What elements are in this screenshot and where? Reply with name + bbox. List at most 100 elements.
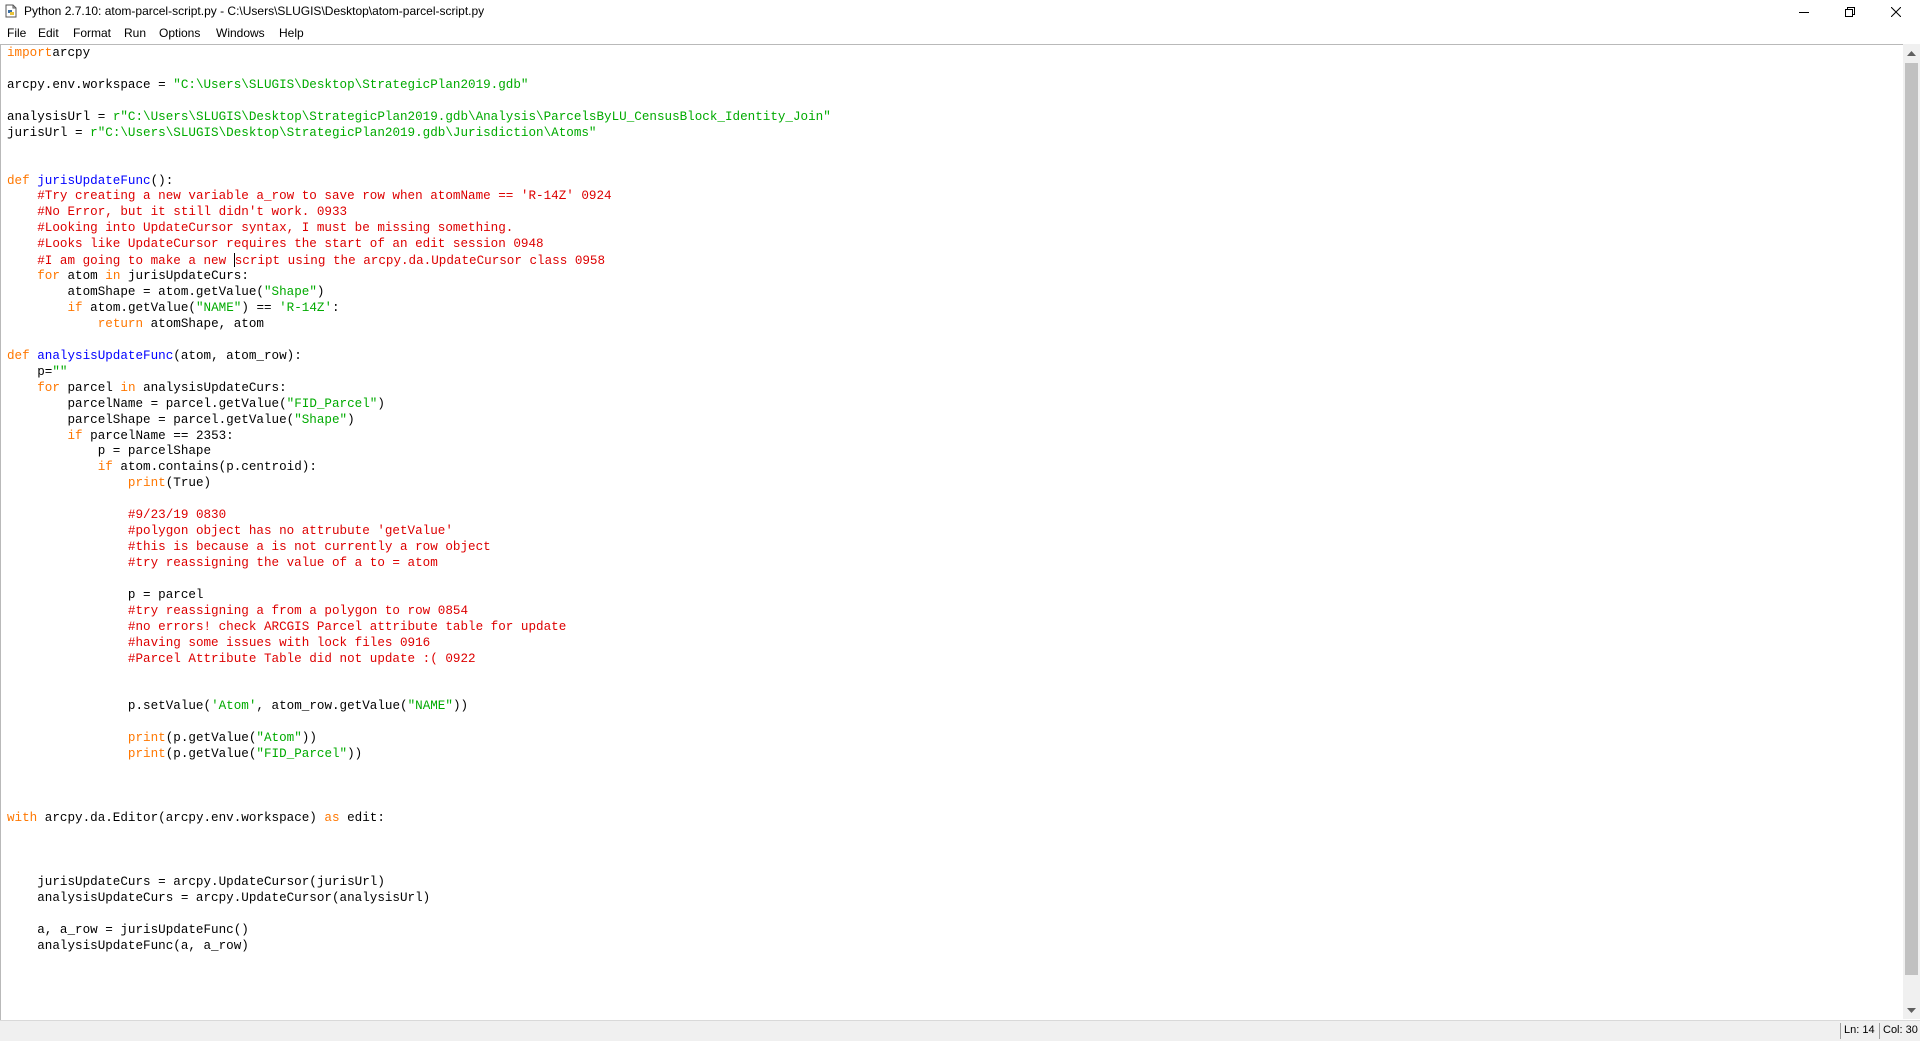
minimize-button[interactable] xyxy=(1781,0,1827,23)
code-line[interactable]: #Parcel Attribute Table did not update :… xyxy=(7,652,831,668)
code-line[interactable]: if parcelName == 2353: xyxy=(7,429,831,445)
code-line[interactable]: analysisUpdateCurs = arcpy.UpdateCursor(… xyxy=(7,891,831,907)
code-token: atom xyxy=(59,269,106,284)
code-line[interactable]: #try reassigning the value of a to = ato… xyxy=(7,556,831,572)
code-line[interactable] xyxy=(7,795,831,811)
code-token: p = parcelShape xyxy=(7,444,212,459)
code-line[interactable] xyxy=(7,142,831,158)
code-editor[interactable]: importarcpy arcpy.env.workspace = "C:\Use… xyxy=(0,44,1903,1020)
string-token: "Shape" xyxy=(263,285,317,300)
code-line[interactable]: a, a_row = jurisUpdateFunc() xyxy=(7,923,831,939)
comment-token: #I am going to make a new xyxy=(37,254,234,269)
code-token: (p.getValue( xyxy=(165,747,257,762)
status-bar: Ln: 14 Col: 30 xyxy=(0,1020,1920,1041)
close-button[interactable] xyxy=(1873,0,1919,23)
menu-format[interactable]: Format xyxy=(73,26,111,40)
code-line[interactable]: #Try creating a new variable a_row to sa… xyxy=(7,189,831,205)
code-token: ) == xyxy=(241,301,280,315)
vertical-scrollbar[interactable] xyxy=(1903,44,1920,1019)
comment-token: #Try creating a new variable a_row to sa… xyxy=(37,189,612,204)
scroll-down-button[interactable] xyxy=(1903,1002,1920,1019)
menu-options[interactable]: Options xyxy=(159,26,200,40)
menu-edit[interactable]: Edit xyxy=(38,26,59,40)
code-line[interactable] xyxy=(7,827,831,843)
keyword-token: import xyxy=(7,46,53,60)
code-line[interactable]: if atom.getValue("NAME") == 'R-14Z': xyxy=(7,301,831,317)
code-line[interactable]: #Looking into UpdateCursor syntax, I mus… xyxy=(7,221,831,237)
code-line[interactable]: return atomShape, atom xyxy=(7,317,831,333)
code-line[interactable]: #polygon object has no attrubute 'getVal… xyxy=(7,524,831,540)
code-line[interactable]: parcelShape = parcel.getValue("Shape") xyxy=(7,413,831,429)
code-token: p.setValue( xyxy=(7,699,212,714)
code-line[interactable]: #No Error, but it still didn't work. 093… xyxy=(7,205,831,221)
code-token: : xyxy=(332,301,340,315)
code-line[interactable]: def jurisUpdateFunc(): xyxy=(7,174,831,190)
code-token: jurisUpdateCurs: xyxy=(120,269,249,284)
code-line[interactable]: for atom in jurisUpdateCurs: xyxy=(7,269,831,285)
code-token: parcel xyxy=(59,380,121,395)
string-token: "FID_Parcel" xyxy=(256,747,348,762)
code-line[interactable]: jurisUpdateCurs = arcpy.UpdateCursor(jur… xyxy=(7,875,831,891)
code-line[interactable] xyxy=(7,763,831,779)
code-line[interactable]: importarcpy xyxy=(7,46,831,62)
code-line[interactable]: #try reassigning a from a polygon to row… xyxy=(7,604,831,620)
restore-button[interactable] xyxy=(1827,0,1873,23)
code-line[interactable]: def analysisUpdateFunc(atom, atom_row): xyxy=(7,349,831,365)
code-line[interactable]: analysisUrl = r"C:\Users\SLUGIS\Desktop\… xyxy=(7,110,831,126)
code-token: jurisUrl = xyxy=(7,125,91,140)
comment-token: script using the arcpy.da.UpdateCursor c… xyxy=(234,254,606,269)
code-line[interactable] xyxy=(7,94,831,110)
code-line[interactable]: analysisUpdateFunc(a, a_row) xyxy=(7,939,831,955)
code-line[interactable]: #I am going to make a new script using t… xyxy=(7,253,831,269)
code-line[interactable]: #Looks like UpdateCursor requires the st… xyxy=(7,237,831,253)
menu-run[interactable]: Run xyxy=(124,26,146,40)
code-line[interactable]: p = parcel xyxy=(7,588,831,604)
code-line[interactable]: if atom.contains(p.centroid): xyxy=(7,460,831,476)
string-token: "" xyxy=(52,364,68,379)
code-line[interactable] xyxy=(7,62,831,78)
code-line[interactable]: parcelName = parcel.getValue("FID_Parcel… xyxy=(7,397,831,413)
code-line[interactable]: with arcpy.da.Editor(arcpy.env.workspace… xyxy=(7,811,831,827)
keyword-token: if xyxy=(67,428,83,443)
code-line[interactable] xyxy=(7,779,831,795)
code-line[interactable]: print(p.getValue("Atom")) xyxy=(7,731,831,747)
code-line[interactable] xyxy=(7,684,831,700)
code-line[interactable]: atomShape = atom.getValue("Shape") xyxy=(7,285,831,301)
code-line[interactable] xyxy=(7,158,831,174)
close-icon xyxy=(1891,6,1901,17)
code-line[interactable]: #no errors! check ARCGIS Parcel attribut… xyxy=(7,620,831,636)
code-line[interactable] xyxy=(7,715,831,731)
code-line[interactable]: #9/23/19 0830 xyxy=(7,508,831,524)
arrow-up-icon xyxy=(1907,50,1916,56)
code-line[interactable]: arcpy.env.workspace = "C:\Users\SLUGIS\D… xyxy=(7,78,831,94)
code-line[interactable]: jurisUrl = r"C:\Users\SLUGIS\Desktop\Str… xyxy=(7,126,831,142)
menu-file[interactable]: File xyxy=(7,26,26,40)
code-line[interactable]: p="" xyxy=(7,365,831,381)
code-line[interactable]: #having some issues with lock files 0916 xyxy=(7,636,831,652)
code-token: atom.getValue( xyxy=(82,301,196,315)
menu-windows[interactable]: Windows xyxy=(216,26,265,40)
code-line[interactable] xyxy=(7,668,831,684)
code-line[interactable]: print(p.getValue("FID_Parcel")) xyxy=(7,747,831,763)
code-text[interactable]: importarcpy arcpy.env.workspace = "C:\Use… xyxy=(7,46,831,954)
comment-token: #no errors! check ARCGIS Parcel attribut… xyxy=(127,619,567,634)
code-line[interactable]: print(True) xyxy=(7,476,831,492)
code-line[interactable] xyxy=(7,859,831,875)
code-line[interactable] xyxy=(7,572,831,588)
scroll-up-button[interactable] xyxy=(1903,44,1920,61)
scrollbar-thumb[interactable] xyxy=(1905,63,1918,975)
code-line[interactable]: p.setValue('Atom', atom_row.getValue("NA… xyxy=(7,699,831,715)
code-line[interactable] xyxy=(7,843,831,859)
code-line[interactable]: for parcel in analysisUpdateCurs: xyxy=(7,381,831,397)
code-line[interactable]: #this is because a is not currently a ro… xyxy=(7,540,831,556)
menu-help[interactable]: Help xyxy=(279,26,304,40)
code-line[interactable] xyxy=(7,492,831,508)
code-line[interactable] xyxy=(7,907,831,923)
code-line[interactable] xyxy=(7,333,831,349)
code-line[interactable]: p = parcelShape xyxy=(7,444,831,460)
